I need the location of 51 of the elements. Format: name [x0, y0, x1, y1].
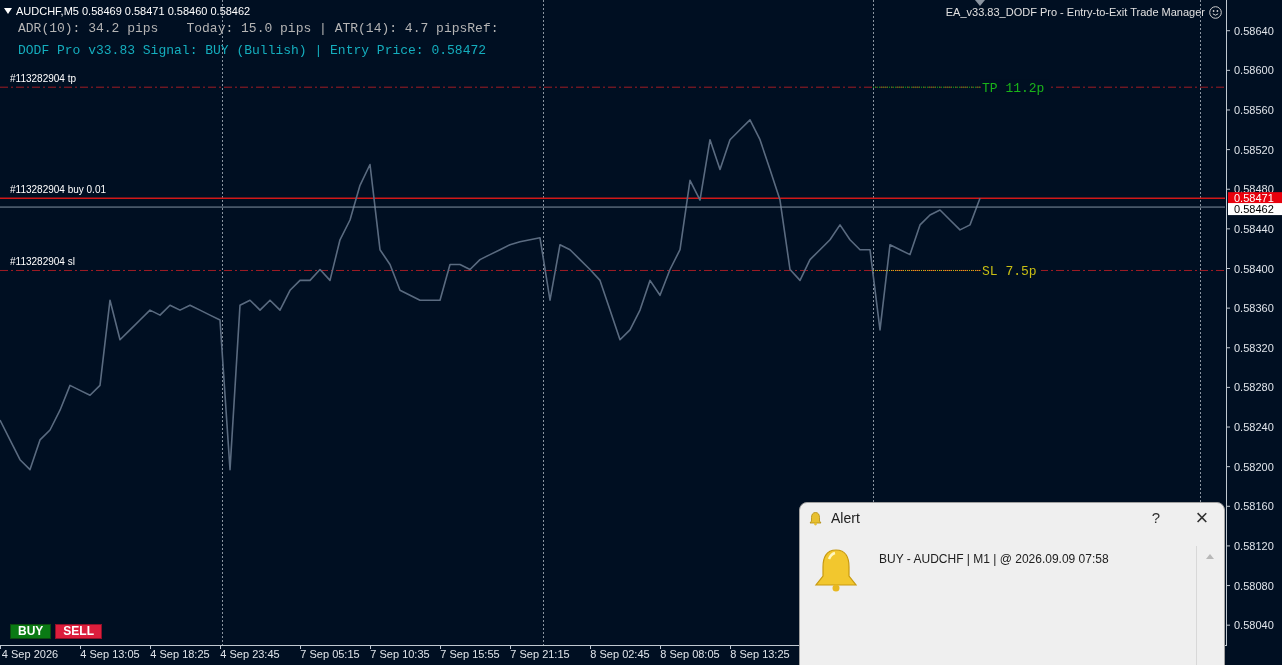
buy-button[interactable]: BUY — [10, 624, 52, 639]
axis-label: 4 Sep 13:05 — [80, 648, 140, 660]
axis-label: 0.58160 — [1234, 500, 1274, 513]
axis-label: 4 Sep 2026 — [1, 648, 59, 660]
axis-label: 0.58360 — [1234, 302, 1274, 315]
close-button[interactable]: × — [1188, 506, 1216, 530]
axis-label: 0.58440 — [1234, 222, 1274, 235]
alert-message: BUY - AUDCHF | M1 | @ 2026.09.09 07:58 — [879, 551, 1110, 568]
axis-label: 0.58040 — [1234, 619, 1274, 632]
axis-label: 8 Sep 02:45 — [590, 648, 650, 660]
order-label: #113282904 sl — [10, 256, 75, 268]
axis-label: 7 Sep 10:35 — [370, 648, 430, 660]
axis-label: 0.58240 — [1234, 421, 1274, 434]
order-line[interactable] — [0, 270, 1226, 271]
axis-label: 0.58280 — [1234, 381, 1274, 394]
axis-label: 7 Sep 21:15 — [510, 648, 570, 660]
signal-text: DODF Pro v33.83 Signal: BUY (Bullish) | Entry Price: 0.58472 — [18, 41, 487, 60]
axis-label: 0.58520 — [1234, 143, 1274, 156]
stats-text: ADR(10): 34.2 pips — [18, 20, 159, 38]
shift-marker-icon[interactable] — [975, 0, 985, 6]
target-label: SL 7.5p — [982, 264, 1037, 280]
axis-label: 0.58560 — [1234, 104, 1274, 116]
axis-label: 8 Sep 13:25 — [730, 648, 790, 660]
dropdown-triangle-icon[interactable] — [4, 8, 12, 15]
axis-label: 0.58640 — [1234, 24, 1274, 37]
bell-icon — [812, 547, 860, 593]
ref-line-label: 0.58462 — [1234, 203, 1274, 216]
order-label: #113282904 buy 0.01 — [10, 184, 106, 196]
ask-price-tag: 0.58471 — [1228, 192, 1282, 205]
axis-label: 0.58200 — [1234, 460, 1274, 473]
axis-label: 7 Sep 15:55 — [440, 648, 500, 660]
help-button[interactable]: ? — [1142, 506, 1170, 530]
axis-label: 4 Sep 23:45 — [220, 648, 280, 660]
axis-label: 0.58120 — [1234, 539, 1274, 552]
axis-label: 0.58600 — [1234, 64, 1274, 77]
expert-title: EA_v33.83_DODF Pro - Entry-to-Exit Trade Manager — [945, 5, 1205, 20]
bell-icon — [808, 510, 823, 526]
axis-label: 0.58080 — [1234, 579, 1274, 592]
order-label: #113282904 tp — [10, 73, 76, 85]
target-label: TP 11.2p — [982, 81, 1045, 97]
bid-price-tag: 0.58462 — [1228, 203, 1282, 216]
stats-text: Today: 15.0 pips | ATR(14): 4.7 pipsRef: — [186, 20, 499, 38]
axis-label: 4 Sep 18:25 — [150, 648, 210, 660]
smiley-icon[interactable] — [1209, 5, 1222, 19]
symbol-quote: AUDCHF,M5 0.58469 0.58471 0.58460 0.58462 — [16, 4, 251, 19]
sell-button[interactable]: SELL — [55, 624, 102, 639]
axis-label: 0.58320 — [1234, 341, 1274, 354]
axis-label: 8 Sep 08:05 — [660, 648, 720, 660]
axis-label: 7 Sep 05:15 — [300, 648, 360, 660]
dialog-title: Alert — [831, 508, 861, 528]
axis-label: 0.58400 — [1234, 262, 1274, 275]
